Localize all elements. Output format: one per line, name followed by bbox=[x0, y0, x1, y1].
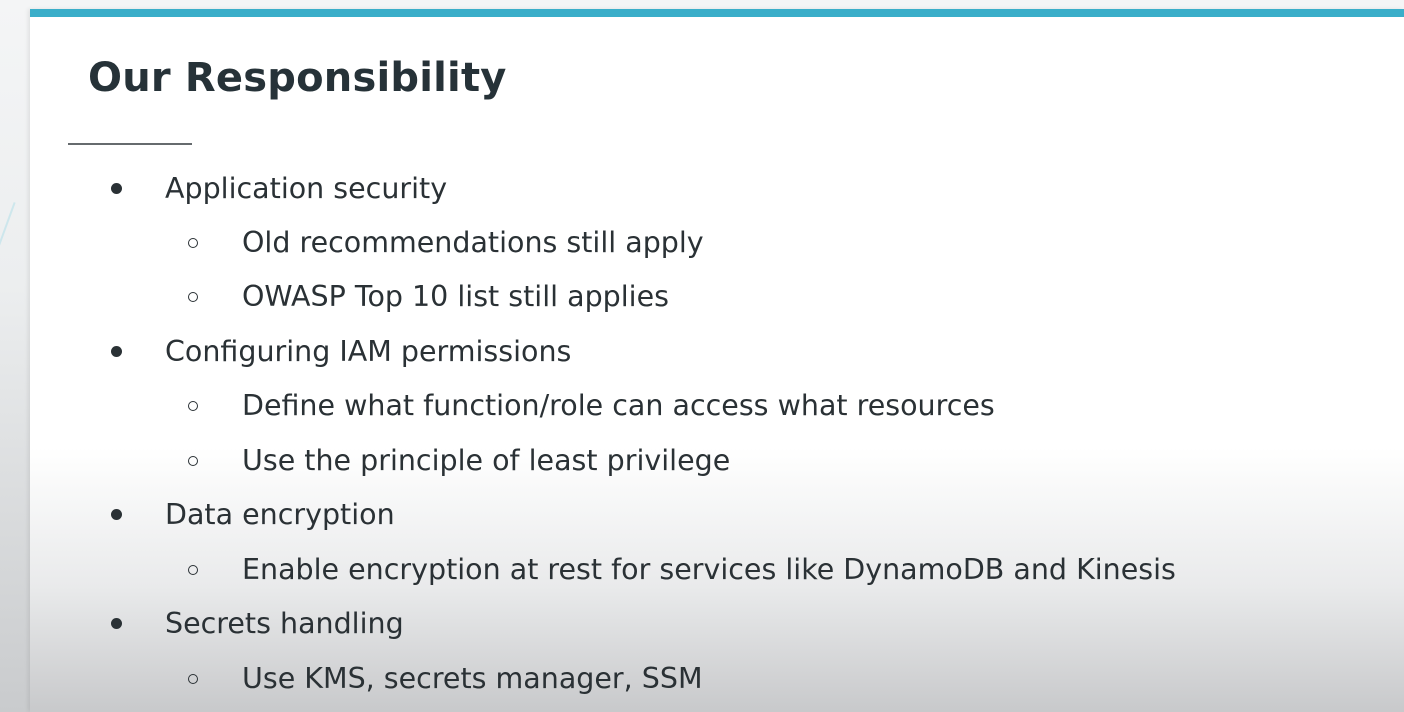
slide-title: Our Responsibility bbox=[88, 55, 507, 101]
title-underline bbox=[68, 143, 192, 145]
hollow-bullet-icon bbox=[188, 401, 198, 411]
sub-bullet-text: Enable encryption at rest for services l… bbox=[242, 553, 1176, 586]
filled-bullet-icon bbox=[111, 346, 122, 357]
bullet-text: Configuring IAM permissions bbox=[165, 335, 572, 368]
sub-bullet-text: Use the principle of least privilege bbox=[242, 444, 731, 477]
filled-bullet-icon bbox=[111, 183, 122, 194]
hollow-bullet-icon bbox=[188, 456, 198, 466]
sub-bullet-text: Define what function/role can access wha… bbox=[242, 389, 995, 422]
bullet-text: Application security bbox=[165, 172, 448, 205]
filled-bullet-icon bbox=[111, 509, 122, 520]
sub-bullet-text: Old recommendations still apply bbox=[242, 226, 704, 259]
filled-bullet-icon bbox=[111, 618, 122, 629]
sub-bullet-text: Use KMS, secrets manager, SSM bbox=[242, 662, 703, 695]
hollow-bullet-icon bbox=[188, 674, 198, 684]
presentation-slide: Our Responsibility Application security … bbox=[30, 9, 1404, 712]
hollow-bullet-icon bbox=[188, 238, 198, 248]
hollow-bullet-icon bbox=[188, 565, 198, 575]
sub-bullet-text: OWASP Top 10 list still applies bbox=[242, 280, 669, 313]
hollow-bullet-icon bbox=[188, 292, 198, 302]
bullet-text: Data encryption bbox=[165, 498, 395, 531]
bullet-text: Secrets handling bbox=[165, 607, 404, 640]
